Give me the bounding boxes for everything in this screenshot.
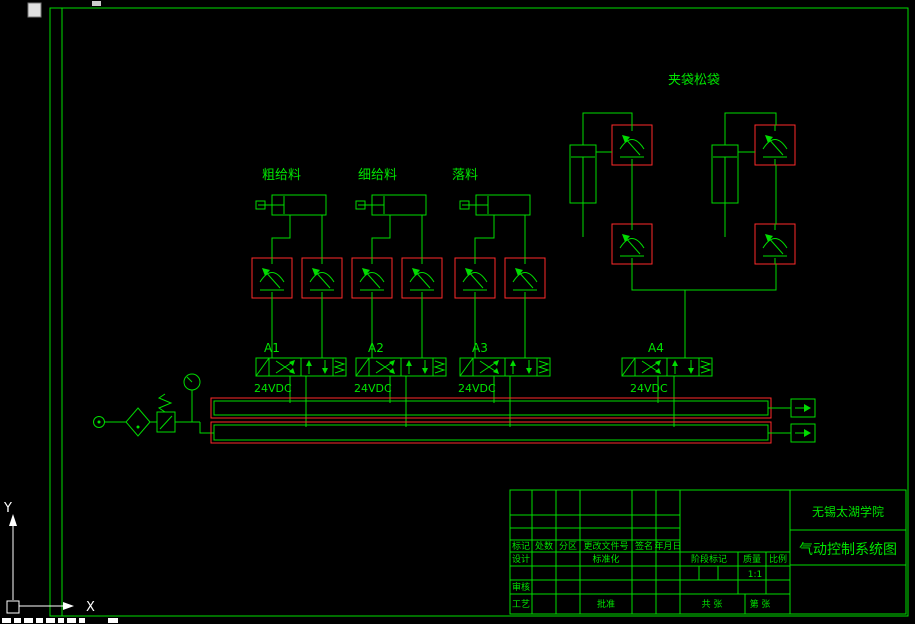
bag-label: 夹袋松袋 bbox=[668, 73, 720, 88]
outlet-fitting-bottom bbox=[790, 423, 816, 443]
air-supply-unit bbox=[93, 373, 214, 437]
tb-mark: 标记 bbox=[512, 540, 530, 552]
flow-valve-icon bbox=[351, 257, 393, 299]
drop-label: 落料 bbox=[452, 168, 478, 183]
tb-weight: 质量 bbox=[743, 553, 761, 565]
valve-tag-a3: A3 bbox=[472, 341, 488, 355]
voltage-a3: 24VDC bbox=[458, 382, 496, 395]
y-axis-label: Y bbox=[3, 501, 12, 516]
supply-rail-1 bbox=[213, 400, 769, 416]
tb-zone: 分区 bbox=[559, 541, 577, 552]
tb-sheet-number: 第 张 bbox=[750, 598, 771, 610]
directional-valve-a1 bbox=[255, 357, 347, 377]
actuator-group-fine-feed: 细给料 A2 24VDC bbox=[351, 168, 447, 427]
flow-valve-icon bbox=[611, 124, 653, 166]
valve-tag-a2: A2 bbox=[368, 341, 384, 355]
tb-design: 设计 bbox=[512, 553, 530, 565]
tb-signature: 签名 bbox=[635, 540, 653, 552]
supply-manifold bbox=[210, 397, 816, 444]
actuator-group-coarse-feed: 粗给料 A1 24VDC bbox=[251, 168, 347, 427]
ucs-axis-icon: Y X bbox=[3, 501, 95, 615]
directional-valve-a4 bbox=[621, 357, 713, 377]
cylinder-drop bbox=[459, 194, 531, 216]
directional-valve-a2 bbox=[355, 357, 447, 377]
flow-valve-icon bbox=[611, 223, 653, 265]
flow-valve-icon bbox=[454, 257, 496, 299]
flow-valve-icon bbox=[251, 257, 293, 299]
tb-standardization: 标准化 bbox=[592, 553, 619, 565]
filter-icon bbox=[125, 407, 151, 437]
tb-count: 处数 bbox=[535, 540, 553, 552]
flow-valve-icon bbox=[754, 124, 796, 166]
voltage-a1: 24VDC bbox=[254, 382, 292, 395]
supply-rail-2 bbox=[213, 424, 769, 441]
tb-check: 审核 bbox=[512, 581, 530, 593]
flow-valve-icon bbox=[504, 257, 546, 299]
tb-date: 年月日 bbox=[654, 540, 681, 552]
tb-change-file-no: 更改文件号 bbox=[583, 540, 628, 552]
coarse-feed-label: 粗给料 bbox=[262, 168, 301, 183]
tb-scale-value: 1:1 bbox=[748, 570, 762, 580]
cylinder-bag-left bbox=[569, 144, 597, 238]
tb-stage-mark: 阶段标记 bbox=[691, 553, 727, 565]
valve-tag-a1: A1 bbox=[264, 341, 280, 355]
cylinder-fine-feed bbox=[355, 194, 427, 216]
directional-valve-a3 bbox=[459, 357, 551, 377]
taskbar-artifacts bbox=[2, 618, 118, 623]
x-axis-label: X bbox=[86, 600, 95, 615]
fine-feed-label: 细给料 bbox=[358, 168, 397, 183]
tb-process: 工艺 bbox=[512, 599, 530, 610]
tb-drawing-title: 气动控制系统图 bbox=[799, 542, 897, 558]
valve-tag-a4: A4 bbox=[648, 341, 664, 355]
flow-valve-icon bbox=[401, 257, 443, 299]
cylinder-bag-right bbox=[711, 144, 739, 238]
cylinder-coarse-feed bbox=[255, 194, 327, 216]
drawing-frame bbox=[49, 7, 909, 617]
tb-sheet-total: 共 张 bbox=[702, 599, 723, 610]
tb-scale: 比例 bbox=[769, 553, 787, 565]
tb-school: 无锡太湖学院 bbox=[812, 504, 884, 519]
tb-approve: 批准 bbox=[597, 598, 615, 610]
cad-drawing-canvas: Y X 粗给料 A1 24VDC 细给料 A2 24VDC 落料 A3 24VD… bbox=[0, 0, 915, 624]
actuator-group-drop: 落料 A3 24VDC bbox=[452, 168, 551, 427]
voltage-a4: 24VDC bbox=[630, 382, 668, 395]
flow-valve-icon bbox=[754, 223, 796, 265]
actuator-group-bag: 夹袋松袋 A4 24VDC bbox=[569, 73, 796, 427]
title-block: 标记 处数 分区 更改文件号 签名 年月日 设计 标准化 审核 工艺 批准 阶段… bbox=[509, 489, 907, 615]
window-artifact-top bbox=[27, 1, 101, 18]
flow-valve-icon bbox=[301, 257, 343, 299]
voltage-a2: 24VDC bbox=[354, 382, 392, 395]
outlet-fitting-top bbox=[790, 398, 816, 418]
